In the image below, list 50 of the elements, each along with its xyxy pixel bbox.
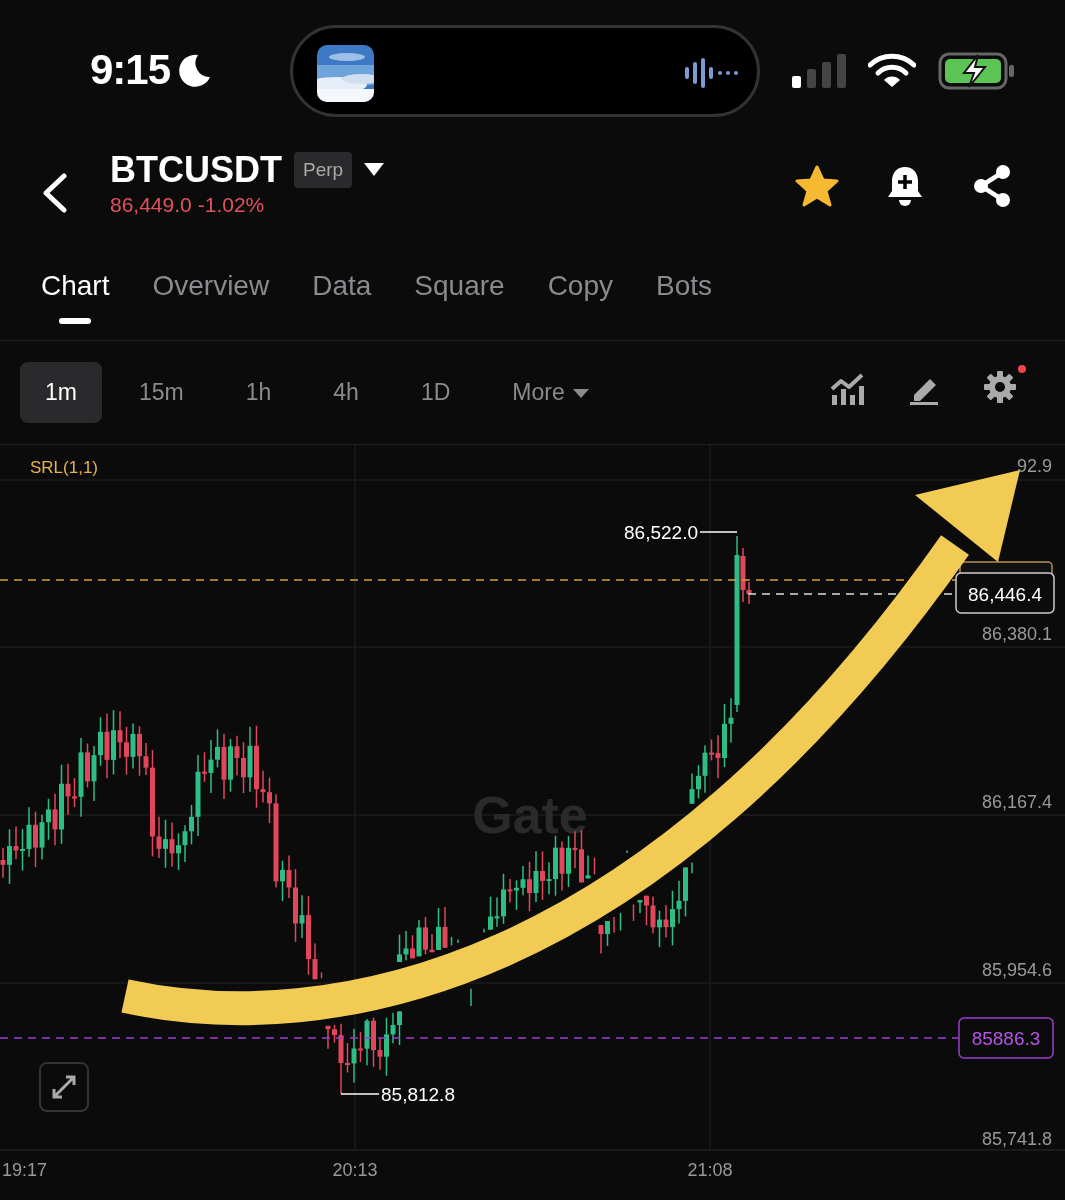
tab[interactable]: Copy	[547, 270, 613, 326]
symbol-title: BTCUSDT	[110, 148, 282, 191]
price-axis-label: 85,954.6	[981, 960, 1052, 980]
time-axis-label: 21:08	[687, 1160, 733, 1180]
low-price-label: 85,812.8	[381, 1084, 455, 1105]
time-axis-label: 19:17	[2, 1160, 48, 1180]
timeframe-button[interactable]: 1m	[20, 362, 102, 423]
high-price-label: 86,522.0	[624, 522, 698, 543]
candle	[593, 857, 596, 876]
contract-badge: Perp	[294, 151, 353, 188]
candle	[619, 912, 622, 932]
candle	[320, 971, 323, 980]
price-axis-label: 92.9	[1016, 456, 1052, 476]
timeframe-button[interactable]: 1D	[395, 362, 476, 423]
timeframe-button[interactable]: More	[487, 362, 614, 423]
candle	[632, 903, 635, 922]
caret-icon	[572, 388, 589, 399]
indicator-label: SRL(1,1)	[30, 458, 99, 477]
bell-plus-icon[interactable]	[886, 165, 924, 207]
wifi-icon	[868, 53, 916, 89]
price-axis-label: 86,380.1	[981, 624, 1052, 644]
moon-icon	[178, 53, 213, 87]
price-axis-label: 86,167.4	[981, 792, 1052, 812]
last-price: 86,449.0	[110, 192, 192, 217]
alert-price-tag: 85886.3	[958, 1017, 1054, 1059]
caret-icon[interactable]	[364, 162, 385, 177]
tab[interactable]: Square	[414, 270, 505, 326]
star-icon[interactable]	[795, 165, 839, 207]
price-change: -1.02%	[197, 192, 265, 217]
back-icon[interactable]	[40, 172, 70, 213]
tab[interactable]: Overview	[152, 270, 270, 326]
audio-wave-icon	[685, 58, 741, 88]
timeframe-button[interactable]: 1h	[220, 362, 297, 423]
time-axis-label: 20:13	[332, 1160, 378, 1180]
timeframe-button[interactable]: 15m	[113, 362, 209, 423]
candle	[450, 936, 453, 947]
leader-line	[340, 1093, 380, 1095]
fullscreen-button[interactable]	[39, 1062, 89, 1112]
tab[interactable]: Bots	[656, 270, 713, 326]
share-icon[interactable]	[971, 164, 1013, 208]
leader-line	[699, 531, 738, 533]
battery-charging-icon	[938, 52, 1016, 90]
status-time: 9:15	[90, 46, 171, 94]
last-price-tag: 86,446.4	[955, 572, 1055, 614]
indicator-chart-icon[interactable]	[830, 373, 864, 405]
timeframe-button[interactable]: 4h	[308, 362, 384, 423]
tab[interactable]: Chart	[41, 270, 110, 326]
price-axis-label: 85,741.8	[981, 1129, 1052, 1149]
tab[interactable]: Data	[312, 270, 372, 326]
signal-icon	[792, 54, 846, 88]
